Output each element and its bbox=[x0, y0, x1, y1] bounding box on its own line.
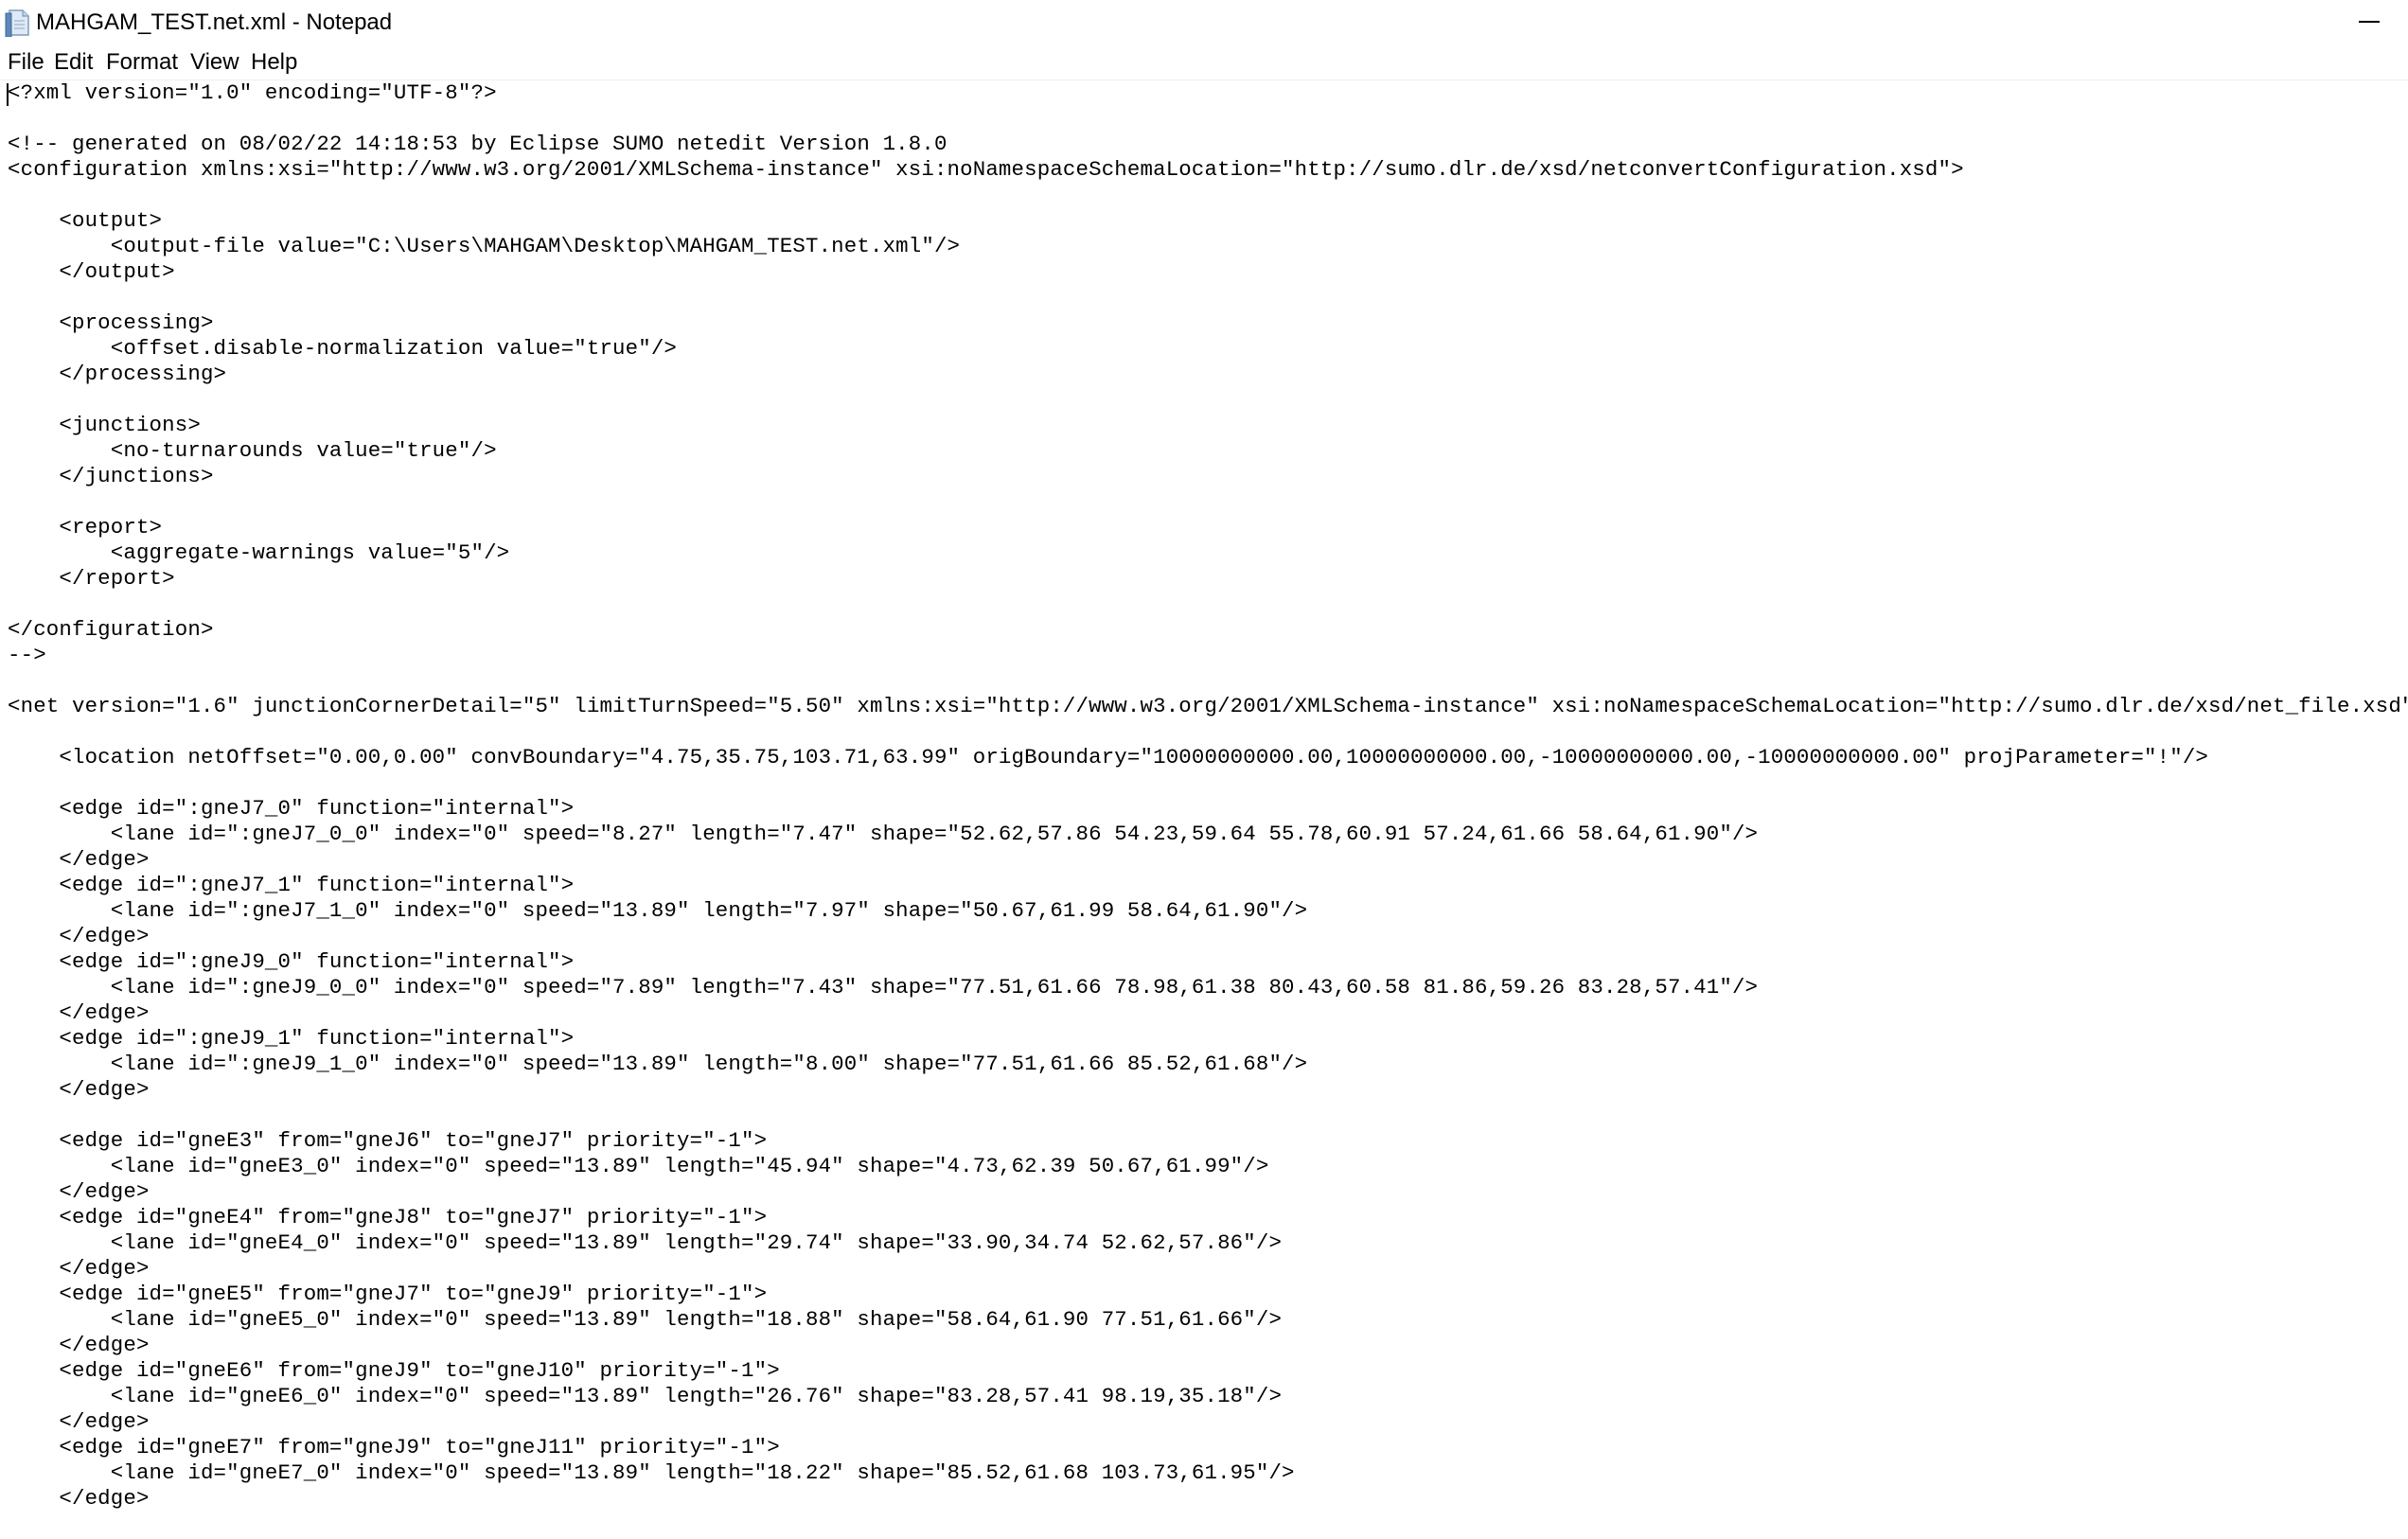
editor-line[interactable] bbox=[8, 489, 2408, 515]
editor-line[interactable]: <edge id="gneE6" from="gneJ9" to="gneJ10… bbox=[8, 1358, 2408, 1384]
editor-line[interactable]: <output> bbox=[8, 208, 2408, 234]
editor-line[interactable]: <edge id=":gneJ7_1" function="internal"> bbox=[8, 873, 2408, 898]
editor-line[interactable]: <lane id="gneE4_0" index="0" speed="13.8… bbox=[8, 1230, 2408, 1256]
text-editor[interactable]: <?xml version="1.0" encoding="UTF-8"?> <!… bbox=[0, 80, 2408, 1539]
editor-line[interactable]: </edge> bbox=[8, 1077, 2408, 1103]
editor-line[interactable]: --> bbox=[8, 643, 2408, 668]
editor-line[interactable]: </edge> bbox=[8, 1333, 2408, 1358]
editor-line[interactable]: <junctions> bbox=[8, 413, 2408, 438]
editor-content[interactable]: <?xml version="1.0" encoding="UTF-8"?> <!… bbox=[8, 80, 2408, 1512]
editor-line[interactable]: <edge id="gneE5" from="gneJ7" to="gneJ9"… bbox=[8, 1282, 2408, 1307]
editor-line[interactable] bbox=[8, 106, 2408, 132]
editor-line[interactable]: </edge> bbox=[8, 1179, 2408, 1205]
minimize-icon bbox=[2359, 21, 2380, 23]
menu-format[interactable]: Format bbox=[106, 48, 178, 77]
editor-line[interactable] bbox=[8, 1103, 2408, 1128]
editor-line[interactable]: <output-file value="C:\Users\MAHGAM\Desk… bbox=[8, 234, 2408, 259]
editor-line[interactable]: <edge id=":gneJ9_1" function="internal"> bbox=[8, 1026, 2408, 1052]
editor-line[interactable] bbox=[8, 285, 2408, 310]
editor-line[interactable]: <lane id="gneE6_0" index="0" speed="13.8… bbox=[8, 1384, 2408, 1409]
editor-line[interactable]: <report> bbox=[8, 515, 2408, 540]
menu-bar: File Edit Format View Help bbox=[0, 45, 2408, 80]
editor-line[interactable]: </processing> bbox=[8, 362, 2408, 387]
editor-line[interactable]: </configuration> bbox=[8, 617, 2408, 643]
editor-line[interactable]: <lane id=":gneJ9_0_0" index="0" speed="7… bbox=[8, 975, 2408, 1000]
editor-line[interactable]: <edge id="gneE4" from="gneJ8" to="gneJ7"… bbox=[8, 1205, 2408, 1230]
editor-line[interactable]: <configuration xmlns:xsi="http://www.w3.… bbox=[8, 157, 2408, 183]
text-caret bbox=[7, 83, 9, 106]
menu-view[interactable]: View bbox=[190, 48, 239, 77]
window-title: MAHGAM_TEST.net.xml - Notepad bbox=[36, 9, 393, 35]
editor-line[interactable] bbox=[8, 719, 2408, 745]
editor-line[interactable] bbox=[8, 770, 2408, 796]
editor-line[interactable]: </edge> bbox=[8, 1409, 2408, 1435]
editor-line[interactable] bbox=[8, 387, 2408, 413]
editor-line[interactable]: <no-turnarounds value="true"/> bbox=[8, 438, 2408, 464]
editor-line[interactable]: </edge> bbox=[8, 924, 2408, 949]
editor-line[interactable]: <edge id="gneE3" from="gneJ6" to="gneJ7"… bbox=[8, 1128, 2408, 1154]
minimize-button[interactable] bbox=[2332, 0, 2408, 45]
editor-line[interactable] bbox=[8, 183, 2408, 208]
editor-line[interactable]: <lane id="gneE3_0" index="0" speed="13.8… bbox=[8, 1154, 2408, 1179]
editor-line[interactable]: <edge id=":gneJ9_0" function="internal"> bbox=[8, 949, 2408, 975]
editor-line[interactable]: <?xml version="1.0" encoding="UTF-8"?> bbox=[8, 80, 2408, 106]
editor-line[interactable]: <location netOffset="0.00,0.00" convBoun… bbox=[8, 745, 2408, 770]
editor-line[interactable]: <lane id=":gneJ7_0_0" index="0" speed="8… bbox=[8, 822, 2408, 847]
editor-line[interactable]: <lane id="gneE7_0" index="0" speed="13.8… bbox=[8, 1460, 2408, 1486]
editor-line[interactable]: <lane id=":gneJ9_1_0" index="0" speed="1… bbox=[8, 1052, 2408, 1077]
editor-line[interactable]: <net version="1.6" junctionCornerDetail=… bbox=[8, 694, 2408, 719]
editor-line[interactable]: </edge> bbox=[8, 1256, 2408, 1282]
editor-line[interactable]: </edge> bbox=[8, 1000, 2408, 1026]
menu-file[interactable]: File bbox=[8, 48, 44, 77]
editor-line[interactable]: <lane id=":gneJ7_1_0" index="0" speed="1… bbox=[8, 898, 2408, 924]
editor-line[interactable]: <aggregate-warnings value="5"/> bbox=[8, 540, 2408, 566]
editor-line[interactable]: </report> bbox=[8, 566, 2408, 592]
editor-line[interactable]: </edge> bbox=[8, 1486, 2408, 1512]
title-bar[interactable]: MAHGAM_TEST.net.xml - Notepad bbox=[0, 0, 2408, 45]
editor-line[interactable]: </junctions> bbox=[8, 464, 2408, 489]
editor-line[interactable]: <offset.disable-normalization value="tru… bbox=[8, 336, 2408, 362]
editor-line[interactable]: </edge> bbox=[8, 847, 2408, 873]
editor-line[interactable]: </output> bbox=[8, 259, 2408, 285]
menu-help[interactable]: Help bbox=[251, 48, 297, 77]
editor-line[interactable] bbox=[8, 668, 2408, 694]
menu-edit[interactable]: Edit bbox=[54, 48, 93, 77]
editor-line[interactable]: <lane id="gneE5_0" index="0" speed="13.8… bbox=[8, 1307, 2408, 1333]
editor-line[interactable]: <edge id="gneE7" from="gneJ9" to="gneJ11… bbox=[8, 1435, 2408, 1460]
editor-line[interactable] bbox=[8, 592, 2408, 617]
editor-line[interactable]: <!-- generated on 08/02/22 14:18:53 by E… bbox=[8, 132, 2408, 157]
editor-line[interactable]: <edge id=":gneJ7_0" function="internal"> bbox=[8, 796, 2408, 822]
editor-line[interactable]: <processing> bbox=[8, 310, 2408, 336]
notepad-icon bbox=[4, 9, 30, 38]
